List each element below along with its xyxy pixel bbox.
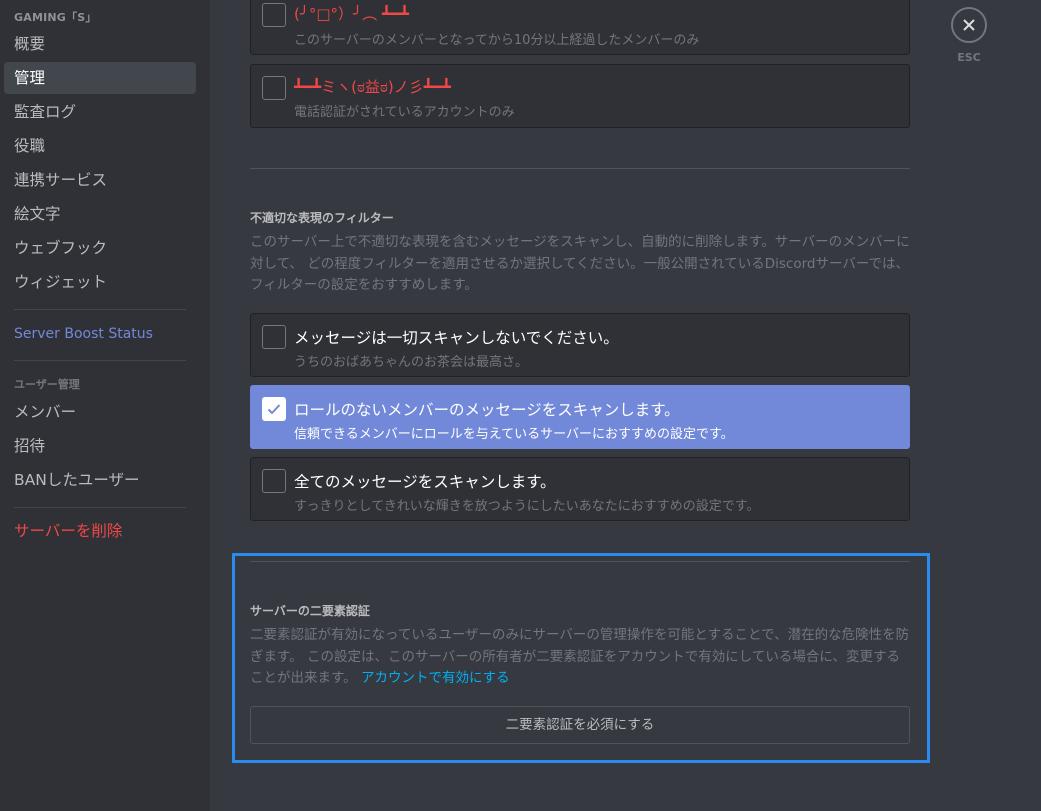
content-filter-title: 不適切な表現のフィルター (250, 211, 394, 225)
sidebar-item-server-boost-status[interactable]: Server Boost Status (4, 318, 196, 350)
server-name-header: GAMING「S」 (14, 11, 97, 24)
close-button[interactable] (951, 7, 987, 43)
verification-option-highest[interactable]: ┻━┻ミヽ(ಠ益ಠ)ノ彡┻━┻ 電話認証がされているアカウントのみ (250, 64, 910, 128)
sidebar-item-widget[interactable]: ウィジェット (4, 266, 196, 298)
sidebar-item-moderation[interactable]: 管理 (4, 62, 196, 94)
verification-option-medium[interactable]: (╯°□°）╯︵ ┻━┻ このサーバーのメンバーとなってから10分以上経過したメ… (250, 0, 910, 55)
sidebar-item-invites[interactable]: 招待 (4, 430, 196, 462)
sidebar-item-integrations[interactable]: 連携サービス (4, 164, 196, 196)
option-title: 全てのメッセージをスキャンします。 (294, 473, 556, 491)
option-description: うちのおばあちゃんのお茶会は最高さ。 (294, 355, 529, 370)
sidebar-item-audit-log[interactable]: 監査ログ (4, 96, 196, 128)
option-title: (╯°□°）╯︵ ┻━┻ (294, 5, 409, 23)
sidebar-divider (14, 309, 186, 310)
sidebar-divider (14, 507, 186, 508)
close-icon (963, 19, 975, 31)
sidebar-item-roles[interactable]: 役職 (4, 130, 196, 162)
sidebar-item-emoji[interactable]: 絵文字 (4, 198, 196, 230)
option-title: ┻━┻ミヽ(ಠ益ಠ)ノ彡┻━┻ (294, 78, 451, 96)
filter-option-dont-scan[interactable]: メッセージは一切スキャンしないでください。 うちのおばあちゃんのお茶会は最高さ。 (250, 313, 910, 377)
sidebar-item-delete-server[interactable]: サーバーを削除 (4, 515, 196, 547)
sidebar: GAMING「S」 概要 管理 監査ログ 役職 連携サービス 絵文字 ウェブフッ… (0, 0, 210, 811)
filter-option-scan-no-roles[interactable]: ロールのないメンバーのメッセージをスキャンします。 信頼できるメンバーにロールを… (250, 385, 910, 449)
checkbox[interactable] (262, 325, 286, 349)
option-description: このサーバーのメンバーとなってから10分以上経過したメンバーのみ (294, 33, 700, 48)
content-filter-description: このサーバー上で不適切な表現を含むメッセージをスキャンし、自動的に削除します。サ… (250, 234, 910, 293)
checkmark-icon (267, 404, 281, 415)
two-factor-description: 二要素認証が有効になっているユーザーのみにサーバーの管理操作を可能とすることで、… (250, 625, 912, 690)
checkbox-checked[interactable] (262, 397, 286, 421)
sidebar-item-overview[interactable]: 概要 (4, 28, 196, 60)
section-divider (250, 561, 910, 562)
sidebar-item-webhooks[interactable]: ウェブフック (4, 232, 196, 264)
sidebar-divider (14, 360, 186, 361)
user-management-header: ユーザー管理 (14, 378, 80, 391)
tools-column: ESC (940, 0, 1041, 811)
settings-content: (╯°□°）╯︵ ┻━┻ このサーバーのメンバーとなってから10分以上経過したメ… (210, 0, 940, 811)
sidebar-item-bans[interactable]: BANしたユーザー (4, 464, 196, 496)
esc-label: ESC (957, 51, 981, 64)
option-description: 信頼できるメンバーにロールを与えているサーバーにおすすめの設定です。 (294, 427, 734, 442)
option-title: メッセージは一切スキャンしないでください。 (294, 329, 619, 347)
require-2fa-button[interactable]: 二要素認証を必須にする (250, 706, 910, 744)
two-factor-description-text: 二要素認証が有効になっているユーザーのみにサーバーの管理操作を可能とすることで、… (250, 627, 910, 686)
section-divider (250, 168, 910, 169)
checkbox[interactable] (262, 3, 286, 27)
option-title: ロールのないメンバーのメッセージをスキャンします。 (294, 401, 680, 419)
sidebar-item-members[interactable]: メンバー (4, 396, 196, 428)
checkbox[interactable] (262, 76, 286, 100)
filter-option-scan-all[interactable]: 全てのメッセージをスキャンします。 すっきりとしてきれいな輝きを放つようにしたい… (250, 457, 910, 521)
option-description: 電話認証がされているアカウントのみ (294, 105, 515, 120)
option-description: すっきりとしてきれいな輝きを放つようにしたいあなたにおすすめの設定です。 (294, 499, 760, 514)
enable-on-account-link[interactable]: アカウントで有効にする (361, 670, 510, 686)
two-factor-title: サーバーの二要素認証 (250, 604, 370, 618)
checkbox[interactable] (262, 469, 286, 493)
